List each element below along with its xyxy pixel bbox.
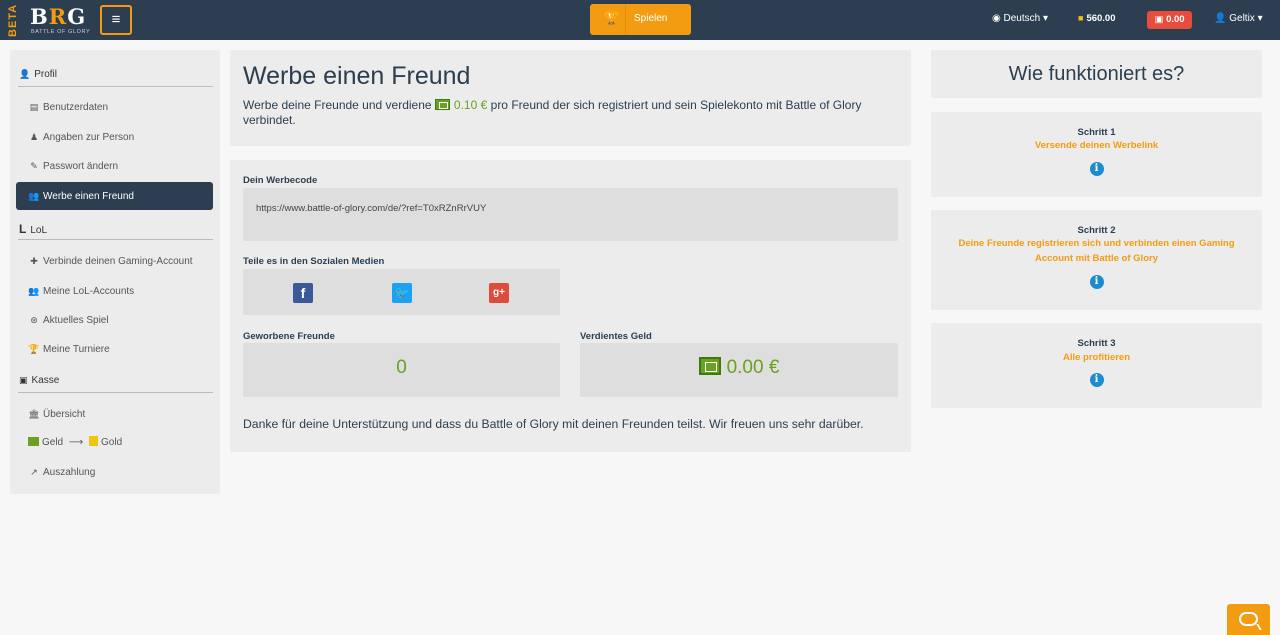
step-title: Schritt 1	[1077, 127, 1116, 138]
hamburger-icon: ≡	[111, 11, 121, 28]
arrow-right-icon: ⟶	[68, 437, 84, 448]
referral-code-label: Dein Werbecode	[243, 175, 318, 186]
wallet-icon: ▣	[1154, 14, 1164, 25]
gold-balance[interactable]: ■ 560.00	[1078, 13, 1116, 24]
users-icon: 👥	[28, 286, 40, 296]
sidebar-section-profil: 👤 Profil	[18, 63, 213, 87]
user-icon: 👤	[19, 69, 31, 79]
chat-bubble-icon	[1239, 612, 1258, 626]
earned-money-display: 0.00 €	[580, 357, 898, 379]
sidebar-item-geld-gold[interactable]: Geld ⟶ Gold	[16, 429, 213, 457]
step-description: Alle profitieren	[1062, 352, 1131, 363]
sidebar-item-uebersicht[interactable]: 🏛 Übersicht	[16, 400, 213, 428]
step-card-2: Schritt 2 Deine Freunde registrieren sic…	[931, 210, 1262, 310]
logo-subtitle: BATTLE OF GLORY	[31, 29, 91, 35]
step-title: Schritt 3	[1077, 338, 1116, 349]
referral-intro-text: Werbe deine Freunde und verdiene 0.10 € …	[243, 98, 862, 127]
sidebar: 👤 Profil ▤ Benutzerdaten ♟ Angaben zur Pers…	[10, 50, 220, 494]
edit-icon: ✎	[30, 161, 38, 171]
sidebar-item-passwort-aendern[interactable]: ✎ Passwort ändern	[16, 152, 213, 180]
reward-amount: 0.10 €	[453, 98, 488, 112]
sidebar-item-auszahlung[interactable]: ↗ Auszahlung	[16, 458, 213, 486]
sidebar-item-benutzerdaten[interactable]: ▤ Benutzerdaten	[16, 93, 213, 121]
gold-balance-value: 560.00	[1086, 13, 1116, 24]
bank-icon: 🏛	[28, 409, 40, 419]
google-plus-share-icon[interactable]: g+	[489, 283, 509, 303]
referral-details-panel: Dein Werbecode https://www.battle-of-glo…	[230, 160, 911, 452]
sidebar-item-werbe-einen-freund[interactable]: 👥 Werbe einen Freund	[16, 182, 213, 210]
referral-link[interactable]: https://www.battle-of-glory.com/de/?ref=…	[256, 203, 486, 214]
gamepad-icon: ⊛	[30, 315, 38, 325]
share-icon: ↗	[30, 467, 38, 477]
sidebar-item-meine-turniere[interactable]: 🏆 Meine Turniere	[16, 335, 213, 363]
globe-icon: ◉	[992, 13, 1001, 24]
language-label: Deutsch	[1003, 13, 1041, 24]
user-icon: 👤	[1214, 13, 1227, 24]
menu-toggle-button[interactable]: ≡	[100, 5, 132, 35]
referred-friends-count: 0	[396, 357, 407, 378]
step-title: Schritt 2	[1077, 225, 1116, 236]
twitter-share-icon[interactable]: 🐦	[392, 283, 412, 303]
id-card-icon: ▤	[29, 102, 39, 112]
referral-code-field[interactable]: https://www.battle-of-glory.com/de/?ref=…	[243, 188, 898, 241]
sidebar-item-meine-lol-accounts[interactable]: 👥 Meine LoL-Accounts	[16, 277, 213, 305]
money-icon	[698, 357, 721, 375]
plus-icon: ✚	[30, 256, 38, 266]
money-icon	[28, 437, 39, 446]
earned-money-label: Verdientes Geld	[580, 331, 652, 342]
how-it-works-title: Wie funktioniert es?	[1008, 63, 1185, 85]
users-icon: 👥	[28, 191, 40, 201]
money-icon	[434, 99, 450, 110]
money-balance-value: 0.00	[1166, 14, 1185, 25]
username: Geltix	[1229, 13, 1255, 24]
caret-down-icon: ▾	[1257, 13, 1263, 24]
lol-logo-icon: L	[19, 222, 27, 236]
thanks-message: Danke für deine Unterstützung und dass d…	[243, 417, 864, 431]
user-menu[interactable]: 👤 Geltix ▾	[1214, 13, 1263, 24]
sidebar-item-angaben-zur-person[interactable]: ♟ Angaben zur Person	[16, 123, 213, 151]
referred-friends-label: Geworbene Freunde	[243, 331, 335, 342]
top-navbar: BETA BRG BATTLE OF GLORY ≡ 🏆 Spielen ◉ D…	[0, 0, 1280, 40]
info-icon[interactable]: i	[1089, 373, 1104, 387]
trophy-icon: 🏆	[28, 344, 40, 354]
earned-money-box: 0.00 €	[580, 343, 898, 397]
referral-header-panel: Werbe einen Freund Werbe deine Freunde u…	[230, 50, 911, 146]
gold-icon	[89, 436, 99, 446]
info-icon[interactable]: i	[1089, 275, 1104, 289]
sidebar-item-verbinde-gaming-account[interactable]: ✚ Verbinde deinen Gaming-Account	[16, 247, 213, 275]
caret-down-icon: ▾	[1042, 13, 1049, 24]
beta-label: BETA	[7, 3, 19, 37]
earned-money-value: 0.00 €	[726, 357, 780, 378]
step-description: Deine Freunde registrieren sich und verb…	[958, 238, 1235, 264]
logo-text: BRG	[30, 4, 87, 29]
social-share-label: Teile es in den Sozialen Medien	[243, 256, 385, 267]
how-it-works-header: Wie funktioniert es?	[931, 50, 1262, 98]
logo[interactable]: BRG BATTLE OF GLORY	[30, 4, 92, 37]
referred-friends-box: 0	[243, 343, 560, 397]
play-button[interactable]: 🏆 Spielen	[590, 4, 691, 35]
trophy-icon: 🏆	[598, 4, 626, 35]
step-description: Versende deinen Werbelink	[1034, 140, 1159, 151]
facebook-share-icon[interactable]: f	[293, 283, 313, 303]
social-share-box: f 🐦 g+	[243, 269, 560, 315]
gold-coins-icon: ■	[1078, 13, 1084, 23]
page-title: Werbe einen Freund	[243, 62, 471, 90]
cash-register-icon: ▣	[19, 375, 28, 385]
sidebar-section-kasse: ▣ Kasse	[18, 369, 213, 393]
money-balance-badge[interactable]: ▣ 0.00	[1147, 11, 1192, 29]
person-icon: ♟	[29, 132, 39, 142]
chat-button[interactable]	[1227, 604, 1270, 635]
language-dropdown[interactable]: ◉ Deutsch ▾	[992, 13, 1048, 24]
step-card-3: Schritt 3 Alle profitieren i	[931, 323, 1262, 408]
play-button-label: Spielen	[634, 13, 668, 24]
step-card-1: Schritt 1 Versende deinen Werbelink i	[931, 112, 1262, 197]
sidebar-item-aktuelles-spiel[interactable]: ⊛ Aktuelles Spiel	[16, 306, 213, 334]
sidebar-section-lol: L LoL	[18, 216, 213, 240]
info-icon[interactable]: i	[1089, 162, 1104, 176]
